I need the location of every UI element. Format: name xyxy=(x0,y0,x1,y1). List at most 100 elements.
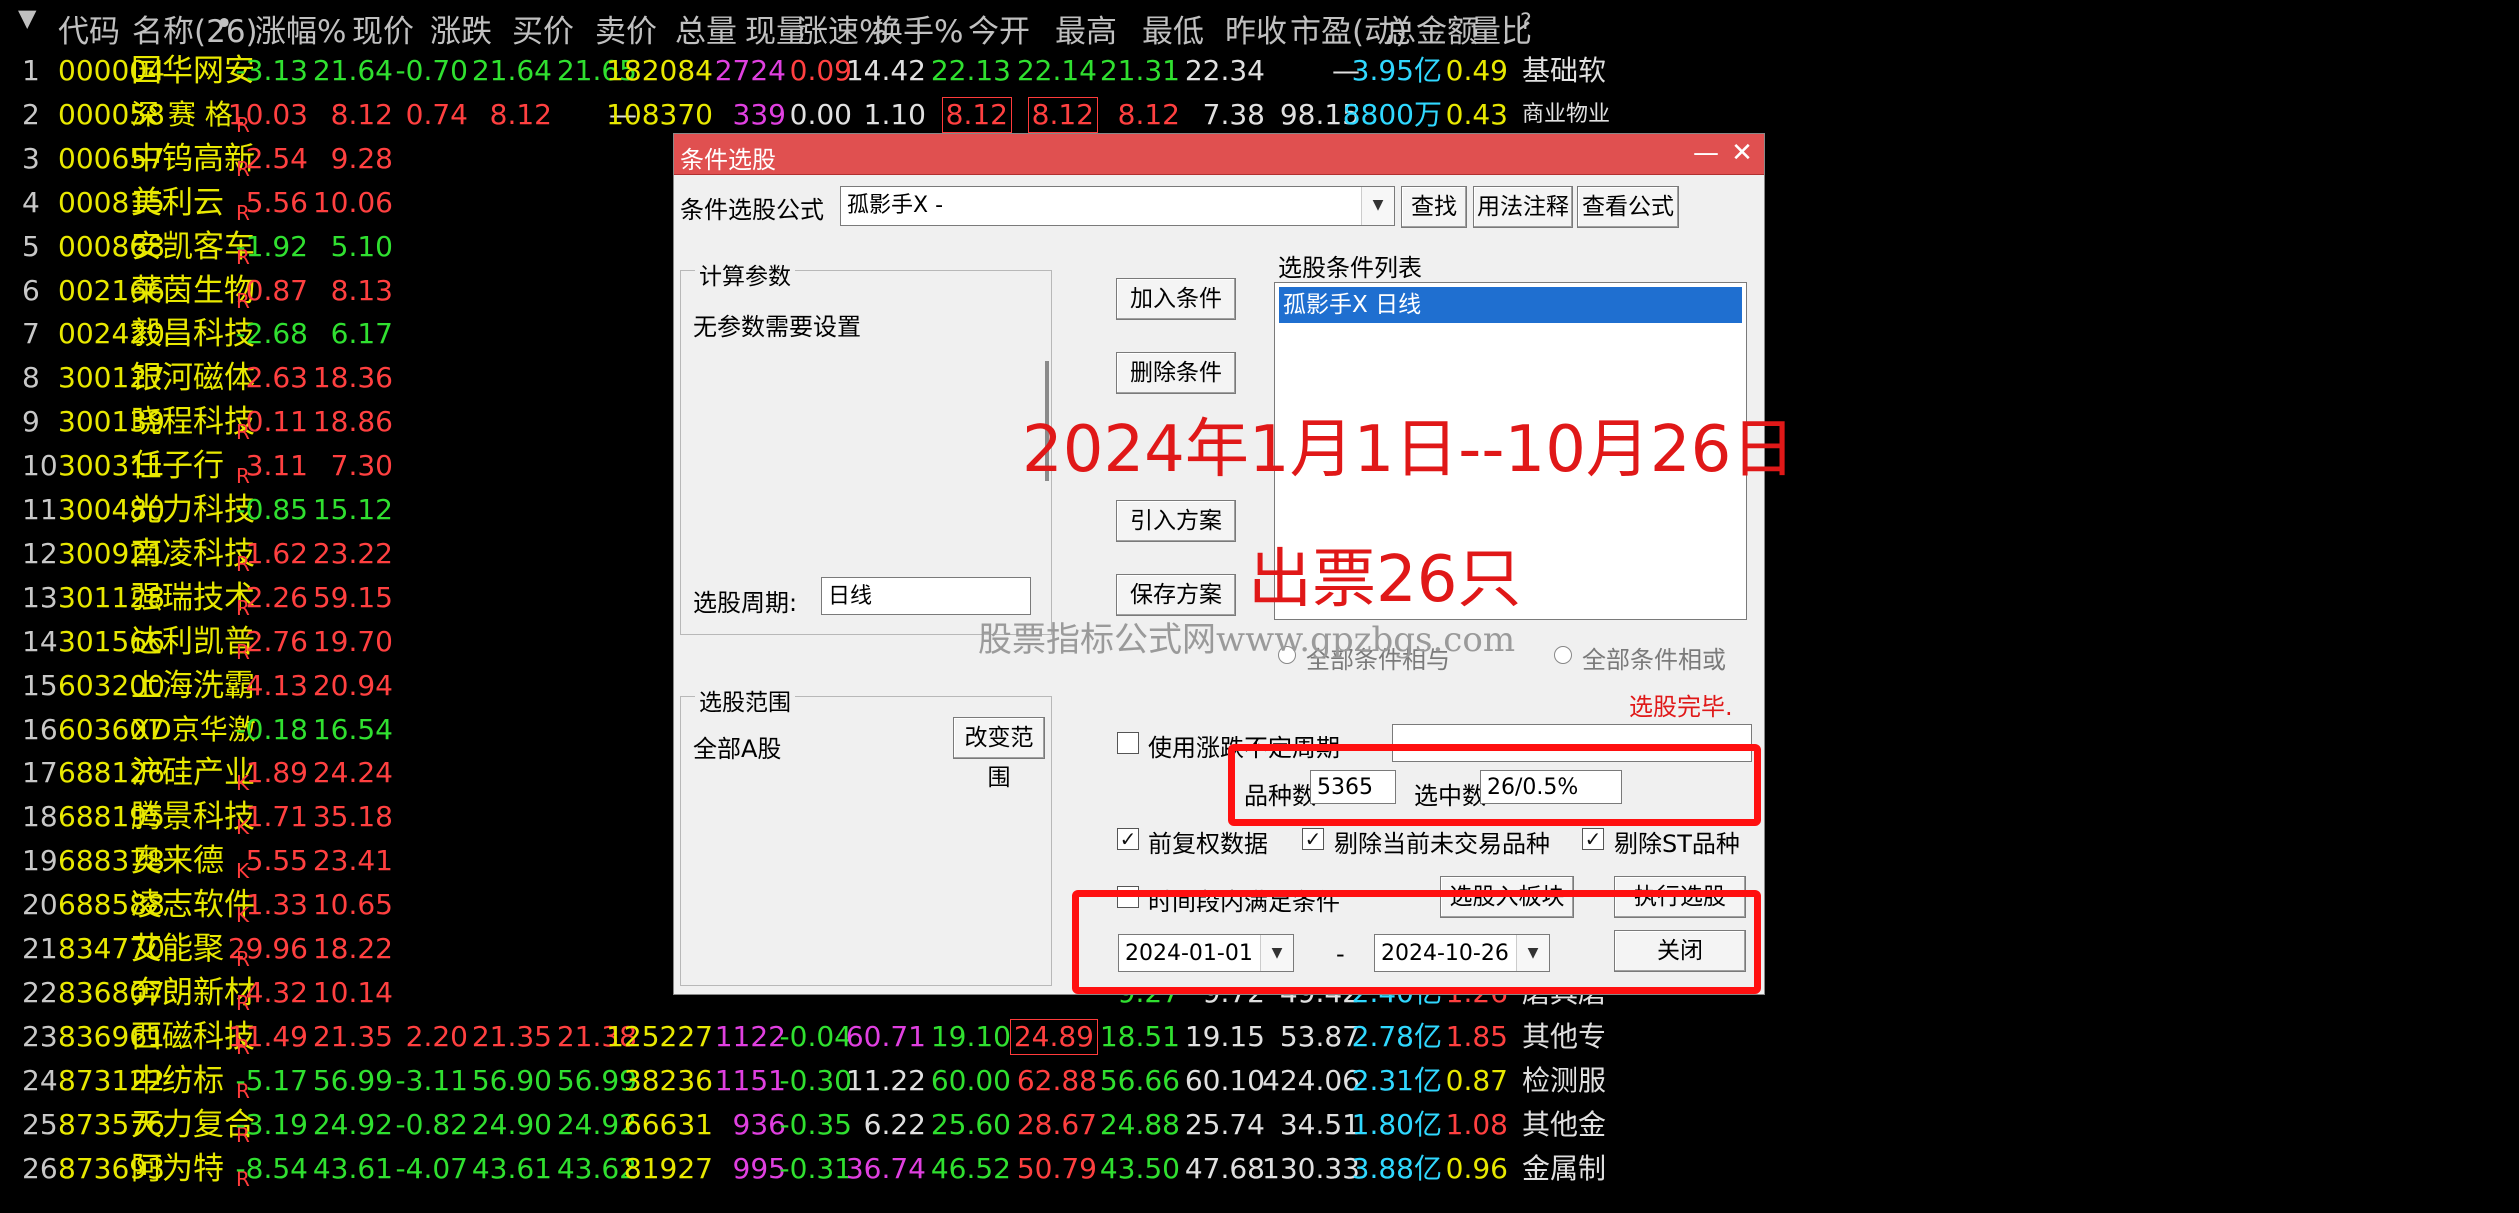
cell-price: 19.70 xyxy=(312,624,393,658)
cell-turnover: 60.71 xyxy=(845,1019,926,1053)
cell-idx: 26 xyxy=(22,1151,58,1185)
cell-chg: -0.70 xyxy=(395,54,468,87)
cell-idx: 14 xyxy=(22,624,58,658)
cell-ratio: 1.85 xyxy=(1445,1019,1508,1053)
sort-arrow-icon[interactable]: ▼ xyxy=(18,4,36,32)
cell-chg-pct: 1.62 xyxy=(245,536,308,570)
cell-chg-pct: 2.76 xyxy=(245,624,308,658)
col-chg-pct[interactable]: 涨幅% xyxy=(255,6,346,51)
col-volume[interactable]: 总量 xyxy=(675,6,737,51)
cell-idx: 24 xyxy=(22,1063,58,1097)
cell-price: 10.14 xyxy=(312,975,393,1009)
cell-price: 24.24 xyxy=(312,756,393,790)
table-row[interactable]: 26 873693 阿为特 R -8.54 43.61 -4.07 43.61 43.62 819… xyxy=(0,1148,2519,1192)
cell-cur-vol: 339 xyxy=(732,97,786,131)
formula-label: 条件选股公式 xyxy=(680,196,824,224)
chevron-down-icon[interactable]: ▼ xyxy=(1361,187,1394,225)
cell-pe: 53.87 xyxy=(1279,1019,1360,1053)
delete-condition-button[interactable]: 删除条件 xyxy=(1116,352,1236,394)
cell-cur-vol: 995 xyxy=(732,1151,786,1185)
view-formula-button[interactable]: 查看公式 xyxy=(1577,186,1679,228)
close-icon[interactable]: ✕ xyxy=(1724,136,1760,170)
save-scheme-button[interactable]: 保存方案 xyxy=(1116,574,1236,616)
untraded-checkbox[interactable]: ✓ xyxy=(1302,828,1324,850)
cell-low: 18.51 xyxy=(1099,1019,1180,1053)
cell-amount: 2.78亿 xyxy=(1351,1019,1442,1053)
params-group: 计算参数 无参数需要设置 选股周期: 日线 xyxy=(680,257,1052,635)
formula-value: 孤影手X - xyxy=(847,193,944,218)
cell-turnover: 14.42 xyxy=(845,54,926,87)
condition-list-item[interactable]: 孤影手X 日线 xyxy=(1279,287,1742,323)
uncertain-period-checkbox[interactable] xyxy=(1117,732,1139,754)
col-low[interactable]: 最低 xyxy=(1142,6,1204,51)
find-button[interactable]: 查找 xyxy=(1401,186,1467,228)
cell-amount: 3.95亿 xyxy=(1351,54,1442,87)
dialog-title-bar[interactable]: 条件选股 — ✕ xyxy=(674,134,1764,175)
cell-idx: 7 xyxy=(22,317,40,351)
formula-select[interactable]: 孤影手X - ▼ xyxy=(840,186,1395,226)
col-turnover[interactable]: 换手% xyxy=(872,6,963,51)
radio-or-label: 全部条件相或 xyxy=(1582,646,1726,674)
watermark: 股票指标公式网www.gpzbgs.com xyxy=(978,620,1516,660)
cell-price: 16.54 xyxy=(312,712,393,746)
add-condition-button[interactable]: 加入条件 xyxy=(1116,278,1236,320)
cell-low: 8.12 xyxy=(1117,97,1180,131)
st-checkbox[interactable]: ✓ xyxy=(1582,828,1604,850)
col-ask[interactable]: 卖价 xyxy=(595,6,657,51)
cell-chg-pct: 29.96 xyxy=(227,932,308,965)
date-highlight-box xyxy=(1072,890,1761,994)
cell-prev: 19.15 xyxy=(1184,1019,1265,1053)
cell-open: 8.12 xyxy=(941,96,1013,133)
cell-chg-pct: 1.89 xyxy=(245,756,308,790)
period-select[interactable]: 日线 xyxy=(821,577,1031,615)
col-chg[interactable]: 涨跌 xyxy=(430,6,492,51)
table-row[interactable]: 24 873122 中纺标 R -5.17 56.99 -3.11 56.90 56.99 382… xyxy=(0,1060,2519,1104)
minimize-icon[interactable]: — xyxy=(1688,136,1724,170)
st-label: 剔除ST品种 xyxy=(1614,830,1740,858)
cell-idx: 13 xyxy=(22,580,58,614)
table-row[interactable]: 1 000004 国华网安 -3.13 21.64 -0.70 21.64 21.65 1820… xyxy=(0,50,2519,94)
cell-chg-pct: 5.56 xyxy=(245,185,308,219)
cell-sector: 检测服 xyxy=(1522,1063,1607,1097)
adjust-checkbox[interactable]: ✓ xyxy=(1117,828,1139,850)
column-header: ▼ 代码 名称(26) • 涨幅% 现价 涨跌 买价 卖价 总量 现量 涨速% … xyxy=(0,0,2519,50)
col-price[interactable]: 现价 xyxy=(352,6,414,51)
cell-price: 18.36 xyxy=(312,361,393,395)
status-text: 选股完毕. xyxy=(1629,693,1733,721)
cell-ratio: 0.96 xyxy=(1445,1151,1508,1185)
cell-sector: 其他专 xyxy=(1522,1019,1607,1053)
cell-bid: 43.61 xyxy=(471,1151,552,1185)
cell-turnover: 11.22 xyxy=(845,1063,926,1097)
change-range-button[interactable]: 改变范围 xyxy=(953,717,1045,791)
col-high[interactable]: 最高 xyxy=(1055,6,1117,51)
cell-high: 8.12 xyxy=(1027,96,1099,133)
cell-sector: 商业物业 xyxy=(1522,101,1611,127)
cell-idx: 23 xyxy=(22,1019,58,1053)
cell-open: 46.52 xyxy=(930,1151,1011,1185)
cell-high: 50.79 xyxy=(1016,1151,1097,1185)
cell-idx: 17 xyxy=(22,756,58,790)
cell-speed: -0.30 xyxy=(779,1063,852,1097)
col-amount[interactable]: 总金额 xyxy=(1385,6,1478,51)
cell-amount: 3.88亿 xyxy=(1351,1151,1442,1185)
col-bid[interactable]: 买价 xyxy=(512,6,574,51)
col-code[interactable]: 代码 xyxy=(58,6,120,51)
import-scheme-button[interactable]: 引入方案 xyxy=(1116,500,1236,542)
cell-idx: 4 xyxy=(22,185,40,219)
cell-idx: 3 xyxy=(22,141,40,175)
table-row[interactable]: 23 836961 西磁科技 R 11.49 21.35 2.20 21.35 21.38 125… xyxy=(0,1016,2519,1060)
col-help[interactable]: ? xyxy=(1520,10,1532,35)
cell-turnover: 1.10 xyxy=(863,97,926,131)
col-name[interactable]: 名称(26) xyxy=(132,6,258,51)
cell-open: 60.00 xyxy=(930,1063,1011,1097)
table-row[interactable]: 25 873576 天力复合 R -3.19 24.92 -0.82 24.90 24.92 66… xyxy=(0,1104,2519,1148)
cell-pe: 130.33 xyxy=(1262,1151,1360,1185)
cell-low: 24.88 xyxy=(1099,1107,1180,1141)
cell-chg-pct: 2.26 xyxy=(245,580,308,614)
radio-or[interactable] xyxy=(1554,646,1572,664)
cell-chg-pct: 1.71 xyxy=(245,800,308,834)
col-open[interactable]: 今开 xyxy=(968,6,1030,51)
col-prev[interactable]: 昨收 xyxy=(1225,6,1287,51)
table-row[interactable]: 2 000058 深 赛 格 R 10.03 8.12 0.74 8.12—108370 339… xyxy=(0,94,2519,138)
usage-notes-button[interactable]: 用法注释 xyxy=(1473,186,1573,228)
